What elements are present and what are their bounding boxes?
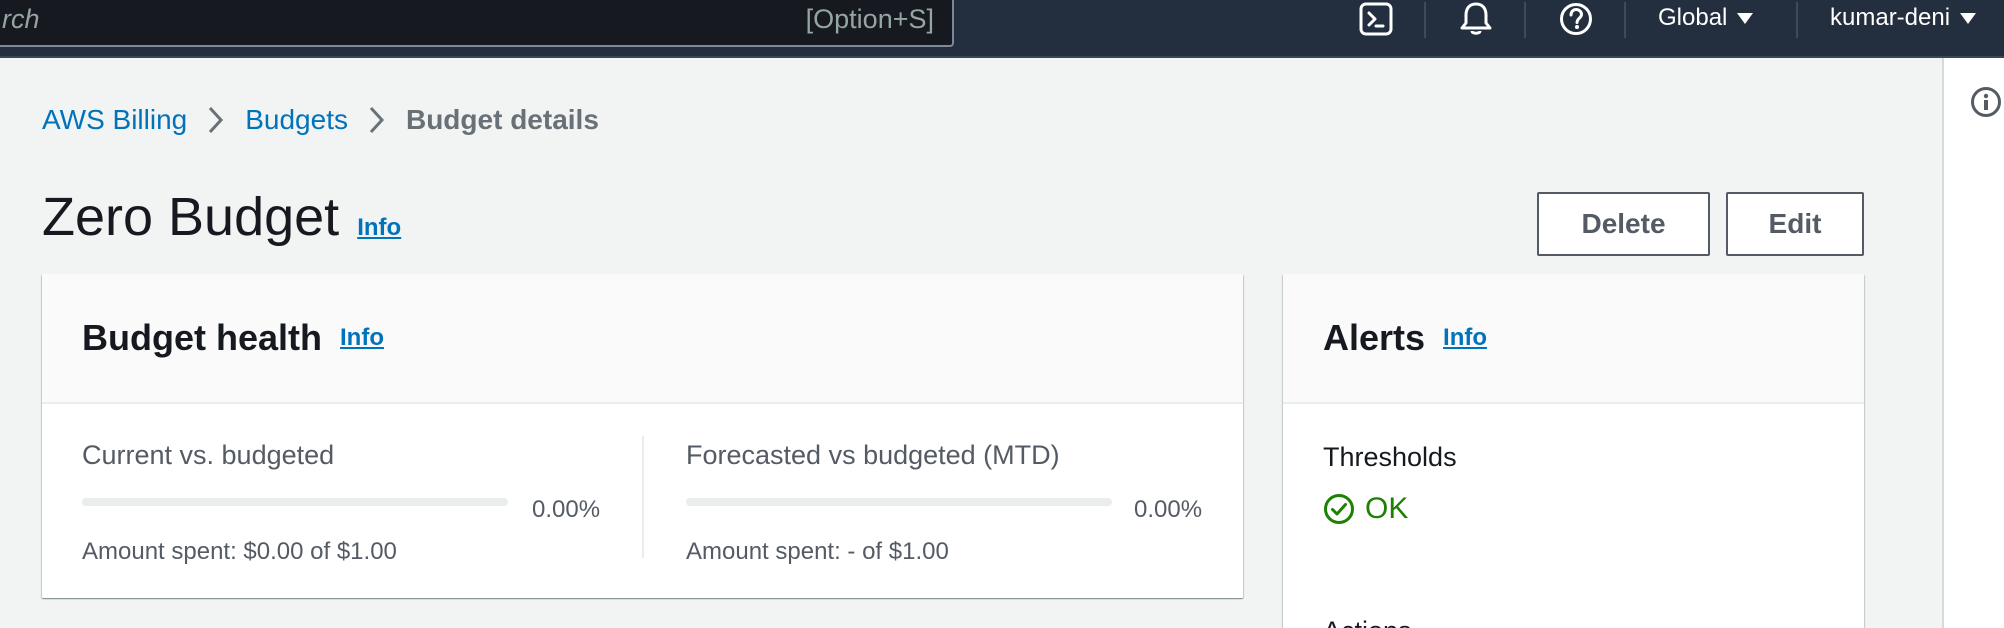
top-navigation: rch [Option+S] Global kumar-deni xyxy=(0,0,2004,58)
chevron-right-icon xyxy=(207,105,225,135)
breadcrumb-budgets[interactable]: Budgets xyxy=(245,104,348,136)
delete-button[interactable]: Delete xyxy=(1537,192,1710,256)
current-amount-spent: Amount spent: $0.00 of $1.00 xyxy=(82,538,397,565)
account-menu[interactable]: kumar-deni xyxy=(1830,4,1977,32)
info-panel-toggle[interactable] xyxy=(1970,86,2002,123)
cloudshell-icon xyxy=(1359,2,1393,36)
region-label: Global xyxy=(1658,4,1728,31)
thresholds-label: Thresholds xyxy=(1323,442,1457,472)
caret-down-icon xyxy=(1960,12,1977,24)
current-percent: 0.00% xyxy=(532,496,601,523)
check-circle-icon xyxy=(1324,494,1354,524)
alerts-info-link[interactable]: Info xyxy=(1443,324,1487,352)
search-input[interactable]: rch [Option+S] xyxy=(0,0,954,47)
search-placeholder: rch xyxy=(2,4,40,34)
help-button[interactable] xyxy=(1556,0,1596,38)
metric-divider xyxy=(642,436,644,558)
page-title: Zero Budget xyxy=(42,187,340,247)
forecast-percent: 0.00% xyxy=(1134,496,1203,523)
tools-panel-rail xyxy=(1942,58,2004,628)
account-label: kumar-deni xyxy=(1830,4,1951,31)
budget-health-title: Budget health xyxy=(82,317,322,358)
alerts-title: Alerts xyxy=(1323,317,1426,358)
forecasted-vs-budgeted-label: Forecasted vs budgeted (MTD) xyxy=(686,440,1060,470)
search-shortcut-hint: [Option+S] xyxy=(805,4,934,34)
region-selector[interactable]: Global xyxy=(1658,4,1754,32)
bell-icon xyxy=(1460,2,1492,35)
help-icon xyxy=(1560,3,1592,35)
cloudshell-button[interactable] xyxy=(1358,0,1394,38)
edit-button[interactable]: Edit xyxy=(1726,192,1864,256)
actions-label: Actions xyxy=(1323,616,1412,628)
breadcrumb-current: Budget details xyxy=(405,104,599,135)
budget-health-card: Budget health Info Current vs. budgeted … xyxy=(42,274,1243,598)
page-header: Zero Budget Info xyxy=(42,186,401,248)
forecast-amount-spent: Amount spent: - of $1.00 xyxy=(686,538,949,565)
current-vs-budgeted-metric: Current vs. budgeted 0.00% Amount spent:… xyxy=(82,440,602,565)
budget-health-header: Budget health Info xyxy=(42,274,1243,404)
breadcrumb: AWS Billing Budgets Budget details xyxy=(42,104,599,136)
forecasted-vs-budgeted-metric: Forecasted vs budgeted (MTD) 0.00% Amoun… xyxy=(686,440,1206,565)
page-info-link[interactable]: Info xyxy=(357,214,401,242)
budget-health-info-link[interactable]: Info xyxy=(340,324,384,352)
current-progress-bar xyxy=(82,498,508,506)
alerts-card: Alerts Info Thresholds OK Actions xyxy=(1283,274,1864,628)
current-vs-budgeted-label: Current vs. budgeted xyxy=(82,440,335,470)
notifications-button[interactable] xyxy=(1456,0,1496,38)
info-circle-icon xyxy=(1971,87,2001,117)
breadcrumb-aws-billing[interactable]: AWS Billing xyxy=(42,104,187,136)
alerts-header: Alerts Info xyxy=(1283,274,1864,404)
forecast-progress-bar xyxy=(686,498,1112,506)
status-badge: OK xyxy=(1323,492,1408,526)
caret-down-icon xyxy=(1737,12,1754,24)
chevron-right-icon xyxy=(368,105,386,135)
status-text: OK xyxy=(1365,492,1409,525)
